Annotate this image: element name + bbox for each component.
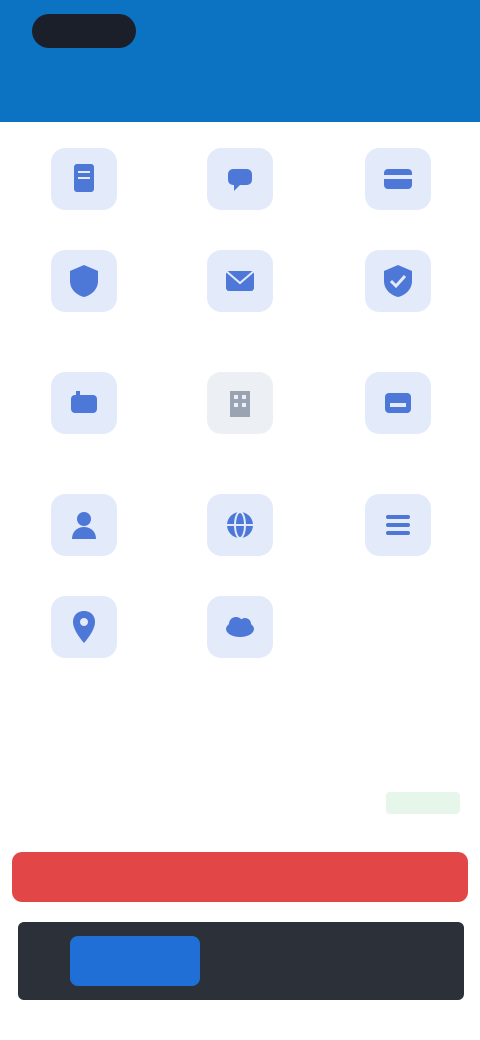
tile-9[interactable] (318, 372, 478, 444)
cloud-icon (207, 596, 273, 658)
tile-13[interactable] (4, 596, 164, 668)
tile-6[interactable] (318, 250, 478, 322)
mail-icon (207, 250, 273, 312)
tile-14[interactable] (160, 596, 320, 668)
info-section (0, 692, 480, 842)
banner-text (218, 950, 438, 970)
danger-button[interactable] (12, 852, 468, 902)
card-icon (365, 148, 431, 210)
chat-icon (207, 148, 273, 210)
mailbox-icon (51, 372, 117, 434)
tile-8[interactable] (160, 372, 320, 444)
tile-4[interactable] (4, 250, 164, 322)
building-icon (207, 372, 273, 434)
location-icon (51, 596, 117, 658)
list-icon (365, 494, 431, 556)
tile-11[interactable] (160, 494, 320, 566)
tile-5[interactable] (160, 250, 320, 322)
promo-banner[interactable] (18, 922, 464, 1000)
globe-icon (207, 494, 273, 556)
document-icon (51, 148, 117, 210)
status-badge (386, 792, 460, 814)
status-indicators (358, 20, 442, 38)
tile-1[interactable] (4, 148, 164, 220)
status-pill (32, 14, 136, 48)
app-header (0, 0, 480, 122)
person-icon (51, 494, 117, 556)
shield-check-icon (365, 250, 431, 312)
tile-3[interactable] (318, 148, 478, 220)
tile-2[interactable] (160, 148, 320, 220)
banner-button[interactable] (70, 936, 200, 986)
shield-icon (51, 250, 117, 312)
tile-7[interactable] (4, 372, 164, 444)
tile-10[interactable] (4, 494, 164, 566)
tile-12[interactable] (318, 494, 478, 566)
tray-icon (365, 372, 431, 434)
